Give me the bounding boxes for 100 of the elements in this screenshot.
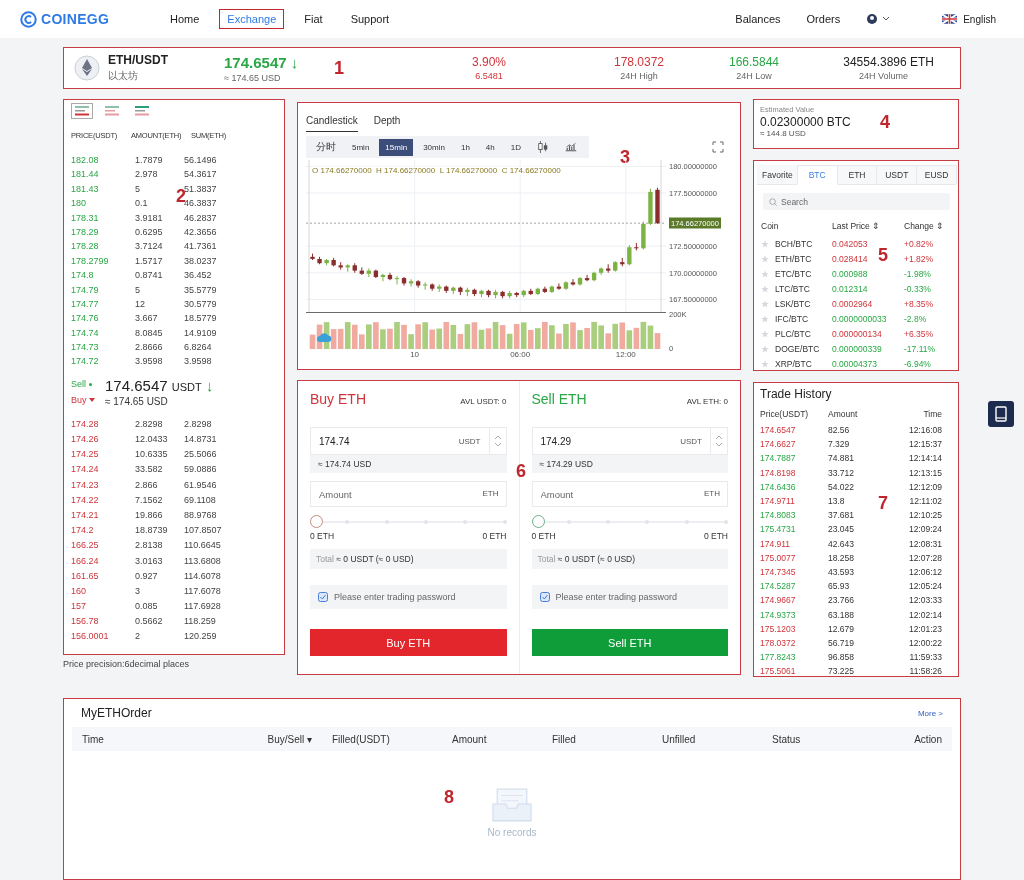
star-icon[interactable] [761, 254, 769, 263]
ask-sum: 46.2837 [184, 211, 217, 225]
chart-tab[interactable]: Depth [373, 115, 401, 132]
trade-time: 12:15:37 [908, 439, 942, 450]
pair-name[interactable]: LSK/BTC [775, 298, 811, 309]
submit-button[interactable]: Sell ETH [531, 629, 728, 656]
total-readout: Total ≈ 0 USDT (≈ 0 USD) [531, 549, 728, 569]
pair-name[interactable]: ETH/BTC [775, 253, 812, 264]
interval-button[interactable]: 15min [379, 138, 414, 156]
ask-sum: 56.1496 [184, 154, 217, 167]
slider-max: 0 ETH [703, 531, 728, 541]
star-icon[interactable] [761, 314, 769, 323]
candlestick-icon[interactable] [537, 141, 549, 153]
slider-handle[interactable] [531, 515, 545, 528]
bid-amount: 2.8298 [135, 417, 163, 431]
trade-price: 175.1203 [760, 623, 796, 634]
candlestick [648, 188, 653, 226]
last-price: 174.6547 [105, 376, 168, 394]
bid-sum: 88.9768 [184, 509, 217, 522]
bid-price: 157 [71, 600, 87, 614]
ask-price: 174.74 [71, 326, 99, 340]
trade-amount: 23.766 [828, 595, 854, 606]
star-icon[interactable] [761, 239, 769, 248]
pair-name[interactable]: LTC/BTC [775, 283, 810, 294]
annotation-number: 7 [878, 493, 888, 514]
pair-name[interactable]: IFC/BTC [775, 313, 809, 324]
star-icon[interactable] [761, 269, 769, 278]
more-link[interactable]: More > [917, 708, 943, 718]
amount-slider[interactable] [310, 515, 507, 529]
amount-slider[interactable] [531, 515, 728, 529]
pair-name[interactable]: ETC/BTC [775, 268, 812, 279]
trade-time: 12:08:31 [908, 538, 942, 549]
pair-name[interactable]: DOGE/BTC [775, 343, 820, 354]
pair-name[interactable]: XRP/BTC [775, 358, 812, 369]
bid-amount: 19.866 [135, 509, 163, 522]
nav-link[interactable]: Home [162, 9, 208, 29]
ask-sum: 3.9598 [184, 355, 212, 369]
search-field[interactable]: Search [763, 193, 950, 210]
book-icon[interactable] [988, 401, 1014, 427]
ask-price: 178.29 [71, 225, 99, 239]
market-tab[interactable]: Favorite [757, 165, 798, 184]
interval-button[interactable]: 1h [454, 138, 476, 156]
submit-button[interactable]: Buy ETH [310, 629, 507, 656]
bid-amount: 7.1562 [135, 493, 163, 507]
buy-filter[interactable]: Buy [71, 394, 95, 405]
interval-button[interactable]: 4h [479, 138, 501, 156]
stat-value: 166.5844 [727, 55, 781, 69]
market-tab[interactable]: ETH [836, 165, 878, 184]
bid-amount: 33.582 [135, 463, 163, 477]
nav-link[interactable]: Exchange [219, 9, 285, 29]
ask-sum: 38.0237 [184, 254, 217, 268]
trade-price: 174.6436 [760, 481, 796, 492]
interval-button[interactable]: 1D [504, 138, 527, 156]
trade-amount: 74.881 [828, 453, 854, 464]
slider-handle[interactable] [310, 515, 323, 528]
nav-link[interactable]: Balances [735, 13, 781, 25]
star-icon[interactable] [761, 284, 769, 293]
last-price: 0.012314 [832, 283, 868, 294]
market-tab[interactable]: USDT [876, 165, 918, 184]
password-input[interactable]: Please enter trading password [531, 585, 728, 609]
bid-amount: 0.085 [135, 600, 158, 614]
interval-button[interactable]: 5min [346, 138, 376, 156]
trade-price: 175.5061 [760, 666, 796, 677]
annotation-number: 5 [878, 245, 888, 266]
password-input[interactable]: Please enter trading password [310, 585, 507, 609]
trade-price: 175.4731 [760, 524, 796, 535]
estimate-value: 0.02300000 BTC [760, 115, 851, 129]
nav-link[interactable]: Support [342, 9, 398, 29]
column-header: Time [82, 733, 105, 745]
chart-tab[interactable]: Candlestick [306, 115, 358, 132]
interval-button[interactable]: 分时 [310, 136, 342, 158]
bar-chart-icon[interactable] [565, 141, 577, 153]
nav-link[interactable]: Orders [806, 13, 841, 25]
ask-sum: 30.5779 [184, 297, 217, 311]
star-icon[interactable] [761, 344, 769, 353]
ohlc-readout: O 174.66270000 H 174.66270000 L 174.66270000 C 174.66270000 [312, 166, 561, 175]
pair-name[interactable]: PLC/BTC [775, 328, 811, 339]
market-tab[interactable]: EUSD [916, 165, 957, 184]
trade-price: 174.8083 [760, 510, 796, 521]
ask-amount: 3.7124 [135, 240, 163, 254]
ask-price: 174.76 [71, 312, 99, 326]
market-tab[interactable]: BTC [796, 165, 838, 185]
pair-name[interactable]: BCH/BTC [775, 238, 813, 249]
bid-sum: 117.6928 [184, 600, 221, 614]
star-icon[interactable] [761, 299, 769, 308]
ask-sum: 46.3837 [184, 198, 217, 211]
language-link[interactable]: English [963, 13, 996, 25]
bid-price: 174.26 [71, 433, 99, 447]
trade-amount: 63.188 [828, 609, 854, 620]
empty-inbox-icon [490, 787, 534, 823]
column-header: Status [772, 733, 802, 745]
star-icon[interactable] [761, 329, 769, 338]
star-icon[interactable] [761, 359, 769, 368]
book-view-button[interactable] [71, 103, 93, 119]
coin-name: 以太坊 [108, 69, 139, 83]
fullscreen-icon[interactable] [712, 141, 724, 153]
nav-link[interactable]: Fiat [296, 9, 331, 29]
interval-button[interactable]: 30min [417, 138, 451, 156]
trade-price: 174.9373 [760, 609, 796, 620]
column-header: Coin [761, 221, 779, 231]
